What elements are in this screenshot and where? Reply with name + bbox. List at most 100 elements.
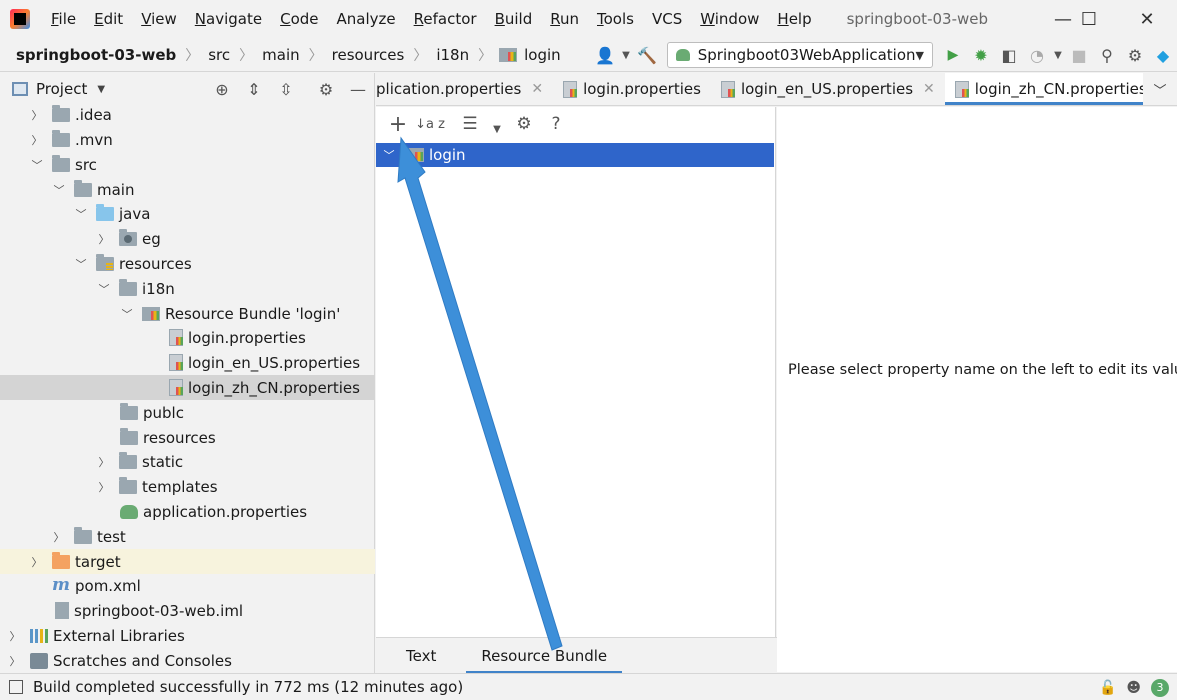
coverage-icon[interactable]: ◧ [995,38,1023,72]
close-window-button[interactable]: ✕ [1124,0,1170,38]
vcs-user-icon[interactable]: 👤 [591,38,619,72]
search-icon[interactable]: ⚲ [1093,38,1121,72]
chevron-down-icon[interactable]: ﹀ [74,256,88,272]
chevron-down-icon[interactable]: ▼ [1051,38,1065,72]
hide-panel-icon[interactable]: — [343,73,373,105]
chevron-down-icon[interactable]: ﹀ [74,206,88,222]
tree-item-scratches[interactable]: 〉 Scratches and Consoles [0,648,375,673]
collapse-all-icon[interactable]: ⇳ [271,73,301,105]
status-message[interactable]: Build completed successfully in 772 ms (… [33,678,463,696]
chevron-right-icon[interactable]: 〉 [8,653,22,669]
breadcrumb-main[interactable]: main [260,46,301,64]
chevron-right-icon[interactable]: 〉 [97,454,111,470]
menu-file[interactable]: File [42,0,85,38]
profile-icon[interactable]: ◔ [1023,38,1051,72]
tree-item-i18n[interactable]: ﹀ i18n [0,276,375,301]
tree-item-static[interactable]: 〉 static [0,449,375,474]
tree-item-resource-bundle[interactable]: ﹀ Resource Bundle 'login' [0,301,375,326]
project-view-selector[interactable]: Project [36,80,87,98]
chevron-down-icon[interactable]: ▼ [486,109,508,139]
menu-code[interactable]: Code [271,0,327,38]
build-hammer-icon[interactable]: 🔨 [633,38,661,72]
tree-item-external-libraries[interactable]: 〉 External Libraries [0,623,375,648]
add-property-icon[interactable]: + [382,109,414,139]
menu-analyze[interactable]: Analyze [328,0,405,38]
help-icon[interactable]: ? [540,109,572,139]
sort-alphabetically-icon[interactable]: ↓a z [414,109,446,139]
group-by-prefix-icon[interactable]: ☰ [454,109,486,139]
tree-item-idea[interactable]: 〉 .idea [0,102,375,127]
tree-item-publc[interactable]: publc [0,400,375,425]
chevron-down-icon[interactable]: ▼ [619,38,633,72]
tree-item-resources-sub[interactable]: resources [0,425,375,450]
chevron-right-icon[interactable]: 〉 [97,231,111,247]
settings-gear-icon[interactable]: ⚙ [508,109,540,139]
locate-file-icon[interactable]: ⊕ [207,73,237,105]
tab-login-en-us-properties[interactable]: login_en_US.properties ✕ [711,73,945,105]
breadcrumb-src[interactable]: src [206,46,232,64]
menu-tools[interactable]: Tools [588,0,643,38]
run-configuration-select[interactable]: Springboot03WebApplication ▼ [667,42,933,68]
menu-help[interactable]: Help [768,0,820,38]
chevron-down-icon[interactable]: ▼ [97,84,105,95]
chevron-right-icon[interactable]: 〉 [52,529,66,545]
menu-build[interactable]: Build [486,0,542,38]
tree-item-java[interactable]: ﹀ java [0,201,375,226]
tree-item-iml[interactable]: springboot-03-web.iml [0,598,375,623]
chevron-down-icon[interactable]: ﹀ [97,281,111,297]
settings-gear-icon[interactable]: ⚙ [1121,38,1149,72]
tree-item-target[interactable]: 〉 target [0,549,375,574]
chevron-down-icon[interactable]: ﹀ [52,182,66,198]
tree-item-src[interactable]: ﹀ src [0,152,375,177]
tree-item-mvn[interactable]: 〉 .mvn [0,127,375,152]
tree-item-eg[interactable]: 〉 eg [0,226,375,251]
menu-window[interactable]: Window [691,0,768,38]
tree-item-resources[interactable]: ﹀ resources [0,251,375,276]
breadcrumb-resources[interactable]: resources [330,46,407,64]
chevron-right-icon[interactable]: 〉 [30,554,44,570]
chevron-down-icon[interactable]: ﹀ [382,147,396,163]
tree-item-test[interactable]: 〉 test [0,524,375,549]
resource-bundle-tree-item-login[interactable]: ﹀ login [376,143,774,167]
stop-icon[interactable]: ■ [1065,38,1093,72]
tree-item-application-properties[interactable]: application.properties [0,499,375,524]
toggle-tool-windows-icon[interactable] [9,680,23,694]
tree-item-login-properties[interactable]: login.properties [0,325,375,350]
tab-login-properties[interactable]: login.properties [553,73,711,105]
tree-item-login-en-us-properties[interactable]: login_en_US.properties [0,350,375,375]
tree-item-templates[interactable]: 〉 templates [0,474,375,499]
menu-navigate[interactable]: Navigate [186,0,271,38]
debug-icon[interactable]: ✹ [967,38,995,72]
menu-run[interactable]: Run [541,0,588,38]
inspector-icon[interactable]: ☻ [1126,680,1141,696]
chevron-down-icon[interactable]: ﹀ [120,306,134,322]
menu-view[interactable]: View [132,0,186,38]
lock-icon[interactable]: 🔓 [1099,680,1116,696]
chevron-right-icon[interactable]: 〉 [30,107,44,123]
expand-all-icon[interactable]: ⇕ [239,73,269,105]
tab-text[interactable]: Text [376,638,466,674]
tab-resource-bundle[interactable]: Resource Bundle [466,638,622,674]
code-with-me-icon[interactable]: ◆ [1149,38,1177,72]
menu-vcs[interactable]: VCS [643,0,691,38]
tab-application-properties[interactable]: plication.properties ✕ [376,73,553,105]
menu-refactor[interactable]: Refactor [405,0,486,38]
tree-item-main[interactable]: ﹀ main [0,177,375,202]
event-log-badge[interactable]: 3 [1151,678,1169,697]
chevron-down-icon[interactable]: ﹀ [30,157,44,173]
breadcrumb-i18n[interactable]: i18n [434,46,471,64]
tree-item-pom-xml[interactable]: m pom.xml [0,573,375,598]
settings-gear-icon[interactable]: ⚙ [311,73,341,105]
maximize-button[interactable]: ☐ [1066,0,1112,38]
chevron-right-icon[interactable]: 〉 [30,132,44,148]
chevron-down-icon[interactable]: ﹀ [1143,73,1177,105]
close-tab-icon[interactable]: ✕ [923,81,935,97]
close-tab-icon[interactable]: ✕ [531,81,543,97]
menu-edit[interactable]: Edit [85,0,132,38]
chevron-right-icon[interactable]: 〉 [8,628,22,644]
run-icon[interactable]: ▶ [939,38,967,72]
breadcrumb-project[interactable]: springboot-03-web [14,46,178,64]
breadcrumb-login[interactable]: login [522,46,563,64]
tree-item-login-zh-cn-properties[interactable]: login_zh_CN.properties [0,375,375,400]
chevron-right-icon[interactable]: 〉 [97,479,111,495]
